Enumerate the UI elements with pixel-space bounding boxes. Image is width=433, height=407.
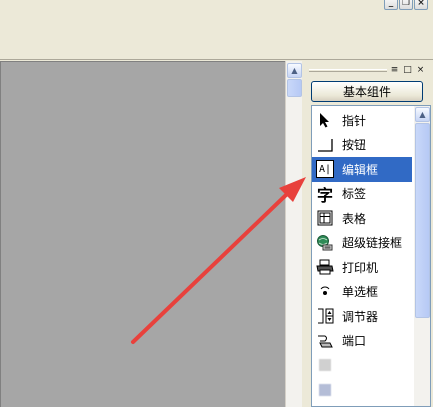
component-label: 超级链接框 bbox=[342, 236, 403, 251]
scroll-thumb[interactable] bbox=[287, 79, 302, 97]
maximize-icon: □ bbox=[403, 65, 412, 75]
panel-header: ≡ □ × bbox=[303, 61, 433, 79]
component-radio[interactable]: 单选框 bbox=[312, 280, 412, 305]
toolbar-area bbox=[0, 12, 433, 60]
component-label: 表格 bbox=[342, 211, 367, 226]
printer-icon bbox=[316, 258, 334, 276]
component-list: 指针 按钮 A| 编辑框 字 标签 表格 超级链接框 打印机 单选框 调节器 端… bbox=[311, 105, 431, 407]
chevron-up-icon: ▲ bbox=[419, 110, 426, 119]
chevron-up-icon: ▲ bbox=[291, 66, 298, 75]
blurred-icon bbox=[316, 356, 334, 374]
edit-box-icon: A| bbox=[316, 160, 334, 179]
hyperlink-icon bbox=[316, 234, 334, 252]
panel-maximize-button[interactable]: □ bbox=[402, 65, 413, 76]
component-label: 调节器 bbox=[342, 309, 379, 324]
panel-grip[interactable] bbox=[309, 69, 387, 72]
spinner-icon bbox=[316, 307, 334, 325]
component-edit-box[interactable]: A| 编辑框 bbox=[312, 157, 412, 182]
close-button[interactable]: × bbox=[414, 0, 428, 10]
list-menu-icon: ≡ bbox=[390, 65, 399, 75]
table-icon bbox=[316, 209, 334, 227]
edit-box-icon-text: A| bbox=[318, 163, 332, 175]
radio-icon bbox=[316, 283, 334, 301]
section-basic-components[interactable]: 基本组件 bbox=[311, 81, 423, 102]
component-label: 指针 bbox=[342, 113, 367, 128]
component-hyperlink[interactable]: 超级链接框 bbox=[312, 231, 412, 256]
pointer-arrow-icon bbox=[316, 111, 334, 129]
component-label: 单选框 bbox=[342, 285, 379, 300]
component-label: 端口 bbox=[342, 334, 367, 349]
component-label: 标签 bbox=[342, 187, 367, 202]
canvas-vertical-scrollbar[interactable]: ▲ bbox=[285, 61, 302, 407]
design-canvas[interactable] bbox=[0, 61, 285, 407]
minimize-button[interactable]: _ bbox=[384, 0, 398, 10]
minimize-icon: _ bbox=[388, 0, 394, 8]
blurred-icon bbox=[316, 381, 334, 399]
port-icon bbox=[316, 332, 334, 350]
list-scroll-up-button[interactable]: ▲ bbox=[415, 107, 430, 122]
component-port[interactable]: 端口 bbox=[312, 329, 412, 354]
restore-icon: ❐ bbox=[401, 0, 411, 8]
component-printer[interactable]: 打印机 bbox=[312, 255, 412, 280]
button-icon bbox=[316, 136, 334, 154]
label-char: 字 bbox=[316, 185, 333, 205]
close-icon: × bbox=[417, 0, 425, 8]
component-blurred-2[interactable] bbox=[312, 378, 412, 403]
component-blurred-1[interactable] bbox=[312, 353, 412, 378]
close-icon: × bbox=[416, 65, 425, 75]
restore-button[interactable]: ❐ bbox=[399, 0, 413, 10]
component-list-scrollbar[interactable]: ▲ bbox=[414, 106, 430, 406]
panel-close-button[interactable]: × bbox=[415, 65, 426, 76]
section-title: 基本组件 bbox=[342, 85, 391, 99]
scroll-up-button[interactable]: ▲ bbox=[287, 63, 302, 78]
title-strip: _ ❐ × bbox=[0, 0, 433, 12]
component-spinner[interactable]: 调节器 bbox=[312, 304, 412, 329]
component-panel: ≡ □ × 基本组件 指针 按钮 A| 编辑框 字 标签 表格 超级链接框 打印… bbox=[303, 61, 433, 407]
panel-menu-button[interactable]: ≡ bbox=[389, 65, 400, 76]
label-char-icon: 字 bbox=[316, 185, 334, 205]
component-label-widget[interactable]: 字 标签 bbox=[312, 182, 412, 207]
component-label: 按钮 bbox=[342, 138, 367, 153]
component-button[interactable]: 按钮 bbox=[312, 133, 412, 158]
component-pointer[interactable]: 指针 bbox=[312, 108, 412, 133]
list-scroll-thumb[interactable] bbox=[415, 123, 430, 318]
component-table[interactable]: 表格 bbox=[312, 206, 412, 231]
component-label: 打印机 bbox=[342, 260, 379, 275]
component-label: 编辑框 bbox=[342, 162, 379, 177]
